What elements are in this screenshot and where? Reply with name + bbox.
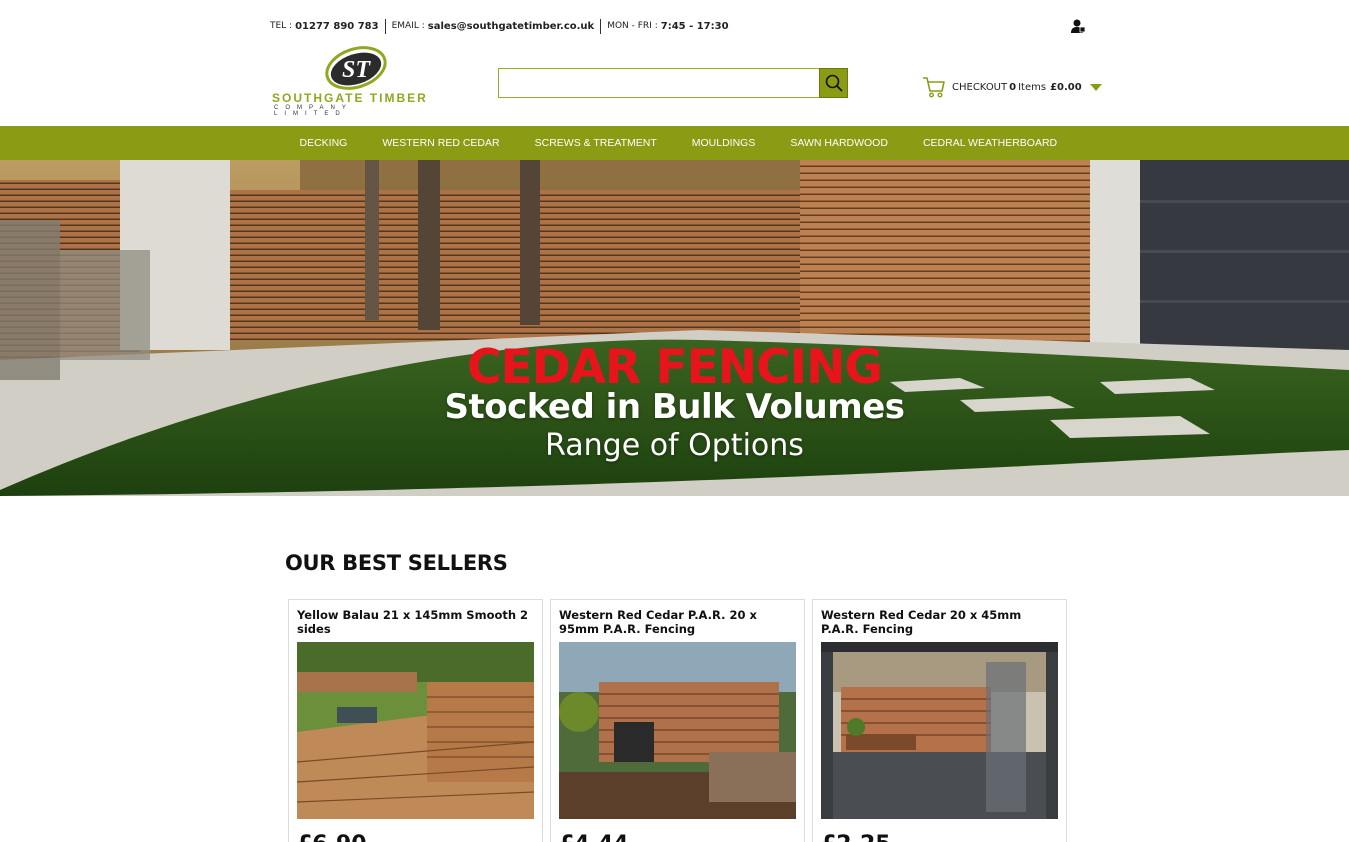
nav-item-screws-treatment[interactable]: SCREWS & TREATMENT (517, 137, 674, 149)
product-image[interactable] (297, 642, 534, 819)
nav-item-decking[interactable]: DECKING (282, 137, 365, 149)
user-account-icon[interactable] (1070, 18, 1086, 34)
product-name[interactable]: Western Red Cedar P.A.R. 20 x 95mm P.A.R… (559, 608, 799, 636)
cart-items-label: Items (1018, 81, 1047, 93)
product-image[interactable] (821, 642, 1058, 819)
best-sellers-title: OUR BEST SELLERS (285, 551, 508, 575)
phone-label: TEL : (270, 21, 293, 31)
product-price: £6.90 (297, 832, 367, 842)
phone-info: TEL : 01277 890 783 (270, 19, 385, 34)
logo-name: SOUTHGATE TIMBER (272, 91, 428, 105)
product-card[interactable]: Yellow Balau 21 x 145mm Smooth 2 sides £… (288, 599, 543, 842)
product-name[interactable]: Yellow Balau 21 x 145mm Smooth 2 sides (297, 608, 537, 636)
email-link[interactable]: sales@southgatetimber.co.uk (428, 21, 594, 32)
cart-summary[interactable]: CHECKOUT 0 Items £0.00 (922, 74, 1102, 100)
nav-item-cedral-weatherboard[interactable]: CEDRAL WEATHERBOARD (905, 137, 1074, 149)
email-label: EMAIL : (391, 21, 425, 31)
hero-banner[interactable]: CEDAR FENCING Stocked in Bulk Volumes Ra… (0, 160, 1349, 496)
product-price: £4.44 (559, 832, 629, 842)
hours-value: 7:45 - 17:30 (660, 20, 729, 32)
cart-dropdown-icon[interactable] (1089, 83, 1102, 91)
nav-item-western-red-cedar[interactable]: WESTERN RED CEDAR (365, 137, 517, 149)
logo-tagline: COMPANY LIMITED (274, 105, 353, 117)
search-icon (825, 74, 843, 92)
nav-item-sawn-hardwood[interactable]: SAWN HARDWOOD (773, 137, 906, 149)
logo-mark: ST (342, 57, 371, 83)
cart-item-count: 0 (1009, 81, 1017, 93)
product-card[interactable]: Western Red Cedar 20 x 45mm P.A.R. Fenci… (812, 599, 1067, 842)
product-price: £2.25 (821, 832, 891, 842)
hero-subheading: Stocked in Bulk Volumes (444, 387, 905, 427)
hours-label: MON - FRI : (607, 21, 658, 31)
main-navigation: DECKING WESTERN RED CEDAR SCREWS & TREAT… (0, 126, 1349, 160)
product-card[interactable]: Western Red Cedar P.A.R. 20 x 95mm P.A.R… (550, 599, 805, 842)
nav-item-mouldings[interactable]: MOULDINGS (674, 137, 773, 149)
phone-number[interactable]: 01277 890 783 (295, 21, 379, 32)
product-image[interactable] (559, 642, 796, 819)
site-logo[interactable]: ST SOUTHGATE TIMBER COMPANY LIMITED (272, 44, 434, 117)
search-button[interactable] (819, 68, 848, 98)
hours-info: MON - FRI : 7:45 - 17:30 (600, 18, 734, 34)
email-info: EMAIL : sales@southgatetimber.co.uk (384, 18, 601, 34)
product-name[interactable]: Western Red Cedar 20 x 45mm P.A.R. Fenci… (821, 608, 1061, 636)
checkout-label[interactable]: CHECKOUT (952, 82, 1007, 93)
hero-tagline: Range of Options (545, 428, 804, 463)
cart-total: £0.00 (1050, 81, 1082, 93)
contact-bar: TEL : 01277 890 783 EMAIL : sales@southg… (270, 18, 735, 34)
shopping-cart-icon (923, 77, 945, 98)
search-input[interactable] (498, 68, 820, 98)
